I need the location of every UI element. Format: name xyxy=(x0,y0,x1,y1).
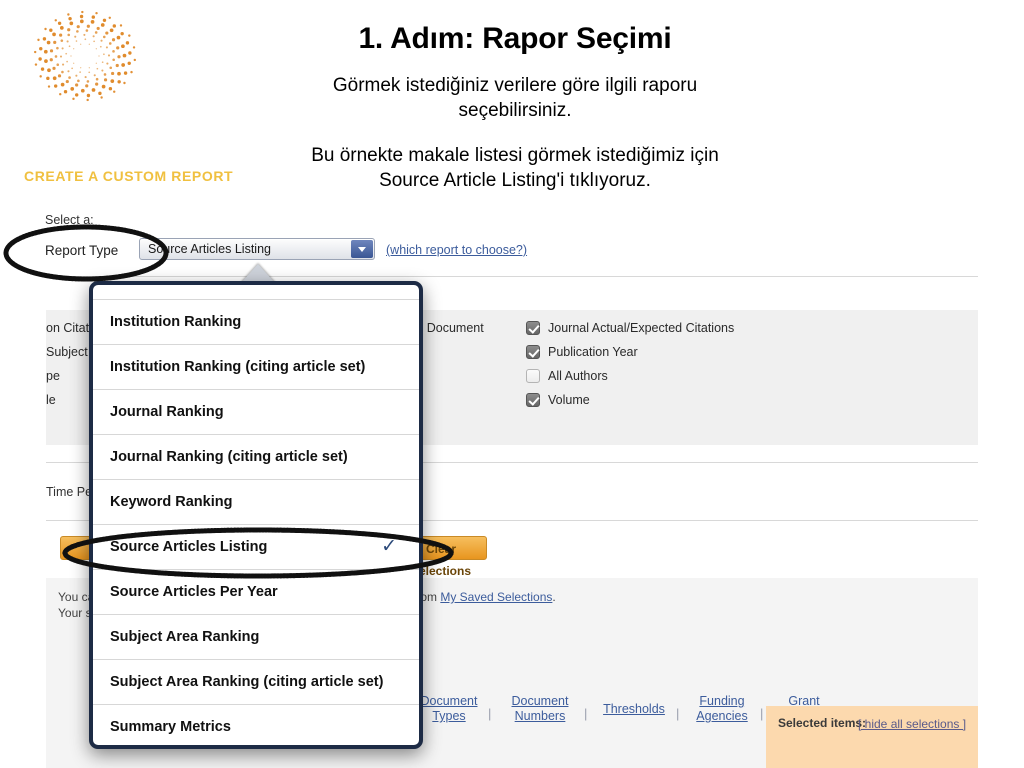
field-checkbox-label: Volume xyxy=(548,393,590,407)
dropdown-item-9[interactable]: Subject Area Ranking (citing article set… xyxy=(93,660,419,705)
entity-link-4[interactable]: Document Numbers xyxy=(498,694,582,724)
dropdown-item-label: Keyword Ranking xyxy=(110,494,233,510)
hide-all-selections-link[interactable]: [ hide all selections ] xyxy=(858,716,968,732)
dropdown-item-10[interactable]: Summary Metrics xyxy=(93,705,419,745)
dropdown-item-label: Source Articles Per Year xyxy=(110,584,278,600)
report-type-selected-value: Source Articles Listing xyxy=(148,242,271,256)
dropdown-item-1[interactable]: Institution Ranking xyxy=(93,300,419,345)
select-a-label: Select a: xyxy=(45,213,94,227)
entity-link-separator: | xyxy=(760,706,764,721)
entity-link-3[interactable]: Document Types xyxy=(412,694,486,724)
dropdown-item-8[interactable]: Subject Area Ranking xyxy=(93,615,419,660)
checkbox-checked-icon[interactable] xyxy=(526,321,540,335)
my-saved-selections-link[interactable]: My Saved Selections xyxy=(440,590,552,604)
dropdown-item-2[interactable]: Institution Ranking (citing article set) xyxy=(93,345,419,390)
dropdown-item-label: Summary Metrics xyxy=(110,719,231,735)
divider-top xyxy=(46,276,978,277)
field-checkbox-label: le xyxy=(46,393,56,407)
dropdown-item-label: Institution Ranking (citing article set) xyxy=(110,359,366,375)
check-mark-icon: ✓ xyxy=(381,536,397,557)
dropdown-item-7[interactable]: Source Articles Per Year xyxy=(93,570,419,615)
report-type-select[interactable]: Source Articles Listing xyxy=(139,238,375,260)
fields-column-3: Journal Actual/Expected Citations Publica… xyxy=(526,318,826,414)
entity-link-5[interactable]: Thresholds xyxy=(594,702,674,717)
dropdown-item-label: Journal Ranking xyxy=(110,404,224,420)
field-checkbox-label: Publication Year xyxy=(548,345,638,359)
dropdown-item-label: Source Articles Listing xyxy=(110,539,268,555)
field-checkbox-label: pe xyxy=(46,369,60,383)
report-type-label: Report Type xyxy=(45,243,119,258)
dropdown-item-3[interactable]: Journal Ranking xyxy=(93,390,419,435)
dropdown-item-4[interactable]: Journal Ranking (citing article set) xyxy=(93,435,419,480)
which-report-to-choose-link[interactable]: (which report to choose?) xyxy=(386,243,527,257)
dropdown-item-0[interactable]: Funding Agencies Listing xyxy=(93,285,419,300)
dropdown-item-label: Institution Ranking xyxy=(110,314,242,330)
note-line-1-end: . xyxy=(552,590,556,604)
entity-link-separator: | xyxy=(488,706,492,721)
page-title: 1. Adım: Rapor Seçimi xyxy=(358,22,672,55)
panel-right-margin xyxy=(978,150,1024,768)
field-checkbox-row[interactable]: All Authors xyxy=(526,366,826,390)
entity-link-separator: | xyxy=(584,706,588,721)
slide-paragraph-1: Görmek istediğiniz verilere göre ilgili … xyxy=(332,75,698,121)
create-custom-report-heading: CREATE A CUSTOM REPORT xyxy=(24,168,234,184)
checkbox-checked-icon[interactable] xyxy=(526,393,540,407)
entity-link-separator: | xyxy=(676,706,680,721)
selected-items-title: Selected items: xyxy=(778,716,867,730)
report-type-dropdown-menu[interactable]: Funding Agencies Listing Institution Rank… xyxy=(89,281,423,749)
thomson-reuters-logo xyxy=(22,4,148,110)
dropdown-item-label: Journal Ranking (citing article set) xyxy=(110,449,348,465)
selected-items-box: Selected items: [ hide all selections ] xyxy=(766,706,978,768)
chevron-down-icon[interactable] xyxy=(351,240,373,258)
dropdown-item-label: Subject Area Ranking (citing article set… xyxy=(110,674,384,690)
entity-link-6[interactable]: Funding Agencies xyxy=(686,694,758,724)
field-checkbox-row[interactable]: Journal Actual/Expected Citations xyxy=(526,318,826,342)
field-checkbox-row[interactable]: Volume xyxy=(526,390,826,414)
field-checkbox-row[interactable]: Publication Year xyxy=(526,342,826,366)
field-checkbox-label: All Authors xyxy=(548,369,608,383)
dropdown-item-5[interactable]: Keyword Ranking xyxy=(93,480,419,525)
dropdown-item-label: Subject Area Ranking xyxy=(110,629,260,645)
time-period-label: Time Pe xyxy=(46,485,93,499)
field-checkbox-label: Journal Actual/Expected Citations xyxy=(548,321,735,335)
checkbox-checked-icon[interactable] xyxy=(526,345,540,359)
dropdown-item-6[interactable]: Source Articles Listing ✓ xyxy=(93,525,419,570)
checkbox-unchecked-icon[interactable] xyxy=(526,369,540,383)
